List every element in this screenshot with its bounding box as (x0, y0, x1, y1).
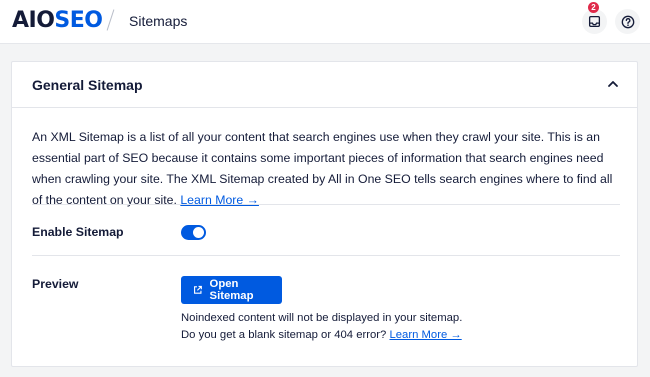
logo-text: AIO (12, 8, 55, 33)
divider (32, 204, 620, 205)
aioseo-logo[interactable]: AIOSEO (12, 8, 103, 33)
enable-sitemap-label: Enable Sitemap (32, 225, 124, 239)
description-text: An XML Sitemap is a list of all your con… (32, 130, 613, 207)
enable-sitemap-toggle[interactable] (181, 225, 206, 240)
toggle-knob (193, 227, 204, 238)
help-button[interactable] (615, 9, 640, 34)
divider (32, 255, 620, 256)
card-title: General Sitemap (32, 77, 143, 93)
blank-sitemap-help: Do you get a blank sitemap or 404 error?… (181, 329, 462, 341)
chevron-up-icon (608, 81, 618, 87)
inbox-icon (588, 15, 601, 28)
open-sitemap-button[interactable]: Open Sitemap (181, 276, 282, 304)
notification-badge: 2 (588, 2, 599, 13)
help-icon (621, 15, 634, 28)
blank-sitemap-learn-more-link[interactable]: Learn More → (389, 329, 461, 341)
breadcrumb-separator (106, 9, 115, 31)
blank-sitemap-question: Do you get a blank sitemap or 404 error? (181, 329, 387, 341)
collapse-button[interactable] (605, 76, 621, 92)
logo-accent: SEO (54, 8, 103, 33)
preview-label: Preview (32, 277, 79, 291)
breadcrumb: Sitemaps (129, 13, 188, 29)
top-bar: AIOSEO Sitemaps 2 (0, 0, 650, 44)
noindex-note: Noindexed content will not be displayed … (181, 312, 463, 324)
external-link-icon (194, 285, 202, 294)
sitemap-description: An XML Sitemap is a list of all your con… (32, 127, 624, 211)
general-sitemap-card: General Sitemap An XML Sitemap is a list… (11, 61, 638, 367)
card-header[interactable]: General Sitemap (12, 62, 637, 108)
open-sitemap-label: Open Sitemap (209, 278, 254, 302)
